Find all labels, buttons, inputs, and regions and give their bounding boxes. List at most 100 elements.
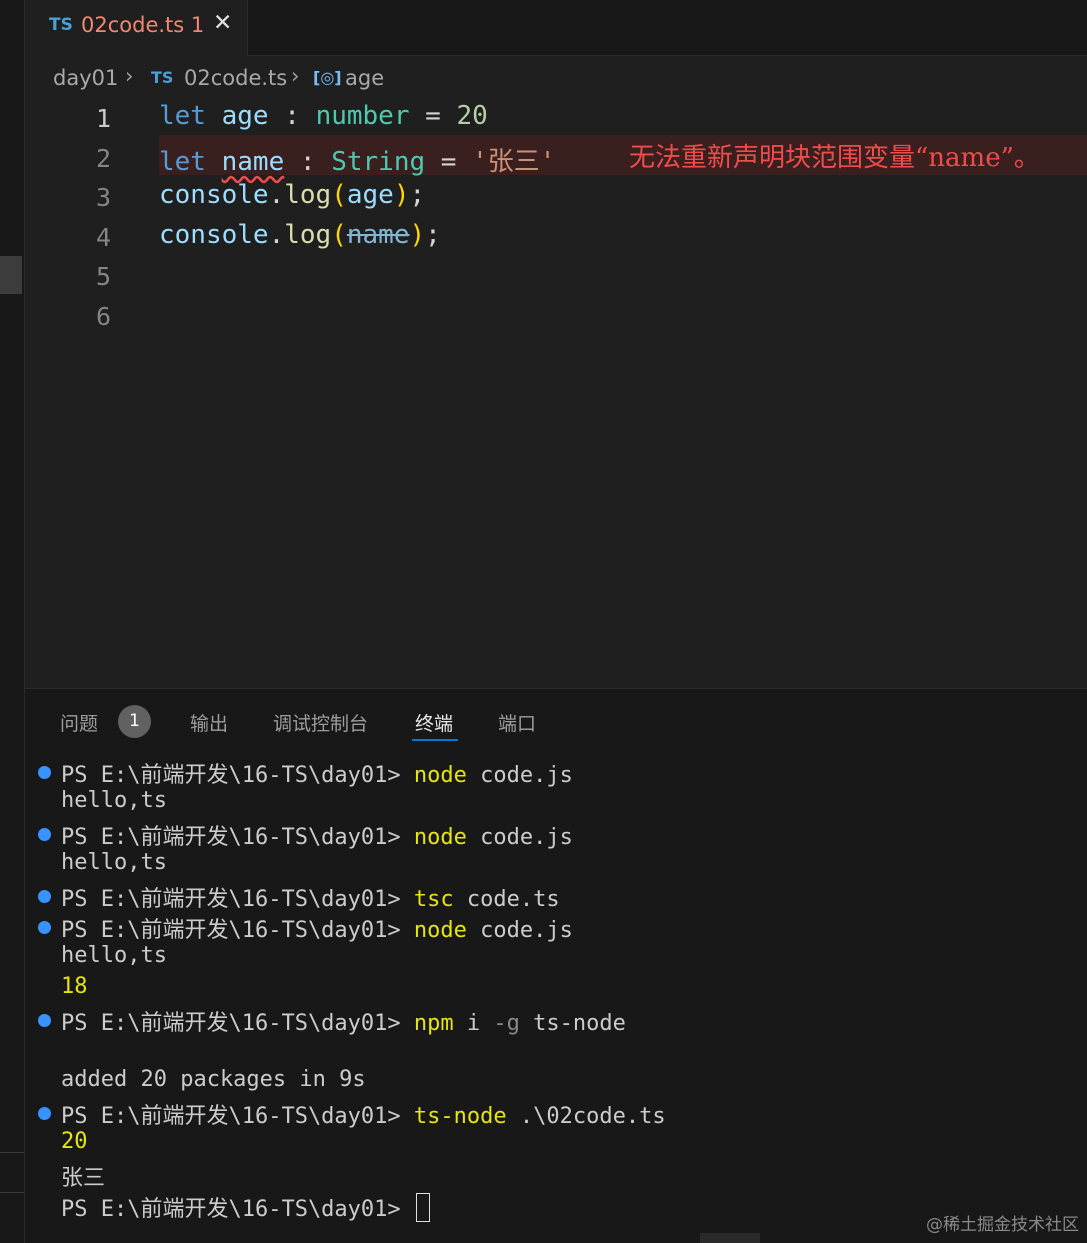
- terminal-text: ts-node: [519, 1011, 626, 1036]
- terminal-text: 张三: [61, 1166, 106, 1191]
- breadcrumb: day01 › TS 02code.ts › [◎] age: [25, 56, 1087, 98]
- command-status-dot[interactable]: [38, 890, 51, 903]
- tab-problem-count: 1: [190, 13, 205, 37]
- activity-bar: [0, 0, 25, 1243]
- tab-debug-console[interactable]: 调试控制台: [273, 709, 368, 736]
- close-icon[interactable]: ✕: [213, 10, 232, 36]
- code-token: (: [331, 180, 347, 210]
- terminal-line: PS E:\前端开发\16-TS\day01> ts-node .\02code…: [61, 1098, 666, 1129]
- terminal-text: PS E:\前端开发\16-TS\day01>: [61, 1197, 414, 1222]
- watermark: @稀土掘金技术社区: [926, 1215, 1079, 1235]
- code-token: .: [268, 219, 285, 250]
- terminal-text: PS E:\前端开发\16-TS\day01>: [61, 825, 414, 850]
- code-token: ;: [425, 219, 441, 250]
- active-tab-indicator: [412, 739, 458, 741]
- terminal-line: 张三: [61, 1160, 105, 1191]
- terminal-text: i: [453, 1011, 494, 1036]
- terminal-text: ts-node: [413, 1104, 507, 1129]
- breadcrumb-file[interactable]: 02code.ts: [184, 66, 287, 90]
- code-token: =: [425, 146, 473, 177]
- code-line[interactable]: console.log(name);: [159, 220, 441, 250]
- terminal-text: -g: [493, 1011, 520, 1036]
- code-line[interactable]: let age : number = 20: [159, 101, 488, 131]
- code-line[interactable]: console.log(age);: [159, 180, 425, 210]
- terminal-text: hello,ts: [61, 943, 167, 968]
- status-bar-fragment: [700, 1233, 760, 1243]
- editor-tab-02code-ts[interactable]: TS 02code.ts 1 ✕: [25, 0, 248, 56]
- terminal-text: PS E:\前端开发\16-TS\day01>: [61, 1011, 414, 1036]
- terminal-text: code.js: [466, 918, 573, 943]
- typescript-file-icon: TS: [49, 15, 73, 35]
- breadcrumb-folder[interactable]: day01: [53, 66, 118, 90]
- panel-tab-bar: 问题 1 输出 调试控制台 终端 端口: [25, 689, 1087, 749]
- activity-divider: [0, 1192, 24, 1193]
- tab-output[interactable]: 输出: [190, 709, 228, 736]
- terminal-text: 18: [61, 974, 88, 999]
- bottom-panel: 问题 1 输出 调试控制台 终端 端口 PS E:\前端开发\16-TS\day…: [25, 688, 1087, 1243]
- terminal-line: 18: [61, 974, 88, 1005]
- line-number: 3: [95, 183, 111, 212]
- line-number: 2: [95, 143, 111, 173]
- terminal-text: .\02code.ts: [506, 1104, 666, 1129]
- line-number: 5: [95, 262, 111, 291]
- terminal-text: node: [413, 918, 467, 943]
- activity-bar-active-marker[interactable]: [0, 256, 22, 294]
- terminal-line: PS E:\前端开发\16-TS\day01> tsc code.ts: [61, 881, 560, 912]
- problems-count-badge: 1: [118, 705, 151, 738]
- inline-error-message: 无法重新声明块范围变量“name”。: [629, 143, 1040, 173]
- command-status-dot[interactable]: [38, 828, 51, 841]
- command-status-dot[interactable]: [38, 1107, 51, 1120]
- terminal-line: added 20 packages in 9s: [61, 1067, 366, 1098]
- code-token: console: [159, 219, 269, 250]
- terminal-text: node: [413, 763, 467, 788]
- terminal-text: 20: [61, 1129, 88, 1154]
- terminal-output[interactable]: PS E:\前端开发\16-TS\day01> node code.js hell…: [25, 751, 1087, 1243]
- variable-symbol-icon: [◎]: [313, 68, 342, 87]
- code-token: ): [393, 180, 410, 210]
- terminal-text: PS E:\前端开发\16-TS\day01>: [61, 918, 414, 943]
- code-token: number: [315, 101, 410, 131]
- activity-divider: [0, 1152, 24, 1153]
- line-number: 6: [95, 301, 111, 331]
- code-token: :: [284, 146, 332, 177]
- editor-tab-bar: TS 02code.ts 1 ✕: [25, 0, 1087, 56]
- terminal-text: hello,ts: [61, 850, 167, 875]
- tab-ports[interactable]: 端口: [498, 709, 536, 736]
- code-token: age: [221, 101, 269, 131]
- terminal-line: PS E:\前端开发\16-TS\day01> node code.js: [61, 757, 573, 788]
- terminal-line: PS E:\前端开发\16-TS\day01> node code.js: [61, 912, 573, 943]
- code-token: 20: [456, 101, 488, 131]
- tab-terminal[interactable]: 终端: [415, 709, 453, 736]
- terminal-line: 20: [61, 1129, 88, 1160]
- terminal-line: PS E:\前端开发\16-TS\day01> node code.js: [61, 819, 573, 850]
- terminal-line: hello,ts: [61, 788, 167, 819]
- command-status-dot[interactable]: [38, 1014, 51, 1027]
- code-editor[interactable]: 123456 let age : number = 20 let name : S…: [25, 98, 1087, 687]
- terminal-line: PS E:\前端开发\16-TS\day01>: [61, 1191, 430, 1222]
- code-token: =: [409, 101, 457, 131]
- terminal-text: npm: [413, 1011, 454, 1036]
- terminal-cursor[interactable]: [415, 1193, 430, 1222]
- code-token: name: [346, 219, 410, 250]
- typescript-file-icon: TS: [151, 68, 174, 87]
- tab-problems[interactable]: 问题: [60, 709, 98, 736]
- code-token: let: [159, 101, 206, 131]
- code-token: (: [331, 219, 347, 250]
- command-status-dot[interactable]: [38, 766, 51, 779]
- terminal-text: code.js: [466, 763, 573, 788]
- terminal-line: PS E:\前端开发\16-TS\day01> npm i -g ts-node: [61, 1005, 626, 1036]
- code-token: String: [331, 146, 426, 177]
- code-line[interactable]: let name : String = '张三': [159, 141, 555, 178]
- code-token: log: [284, 219, 332, 250]
- code-token: ): [409, 219, 426, 250]
- chevron-right-icon: ›: [291, 64, 300, 88]
- terminal-text: PS E:\前端开发\16-TS\day01>: [61, 887, 414, 912]
- code-token: ;: [409, 180, 426, 210]
- command-status-dot[interactable]: [38, 921, 51, 934]
- line-number: 4: [95, 222, 111, 252]
- code-token: :: [268, 101, 316, 131]
- breadcrumb-symbol[interactable]: age: [345, 66, 384, 90]
- terminal-text: code.ts: [453, 887, 560, 912]
